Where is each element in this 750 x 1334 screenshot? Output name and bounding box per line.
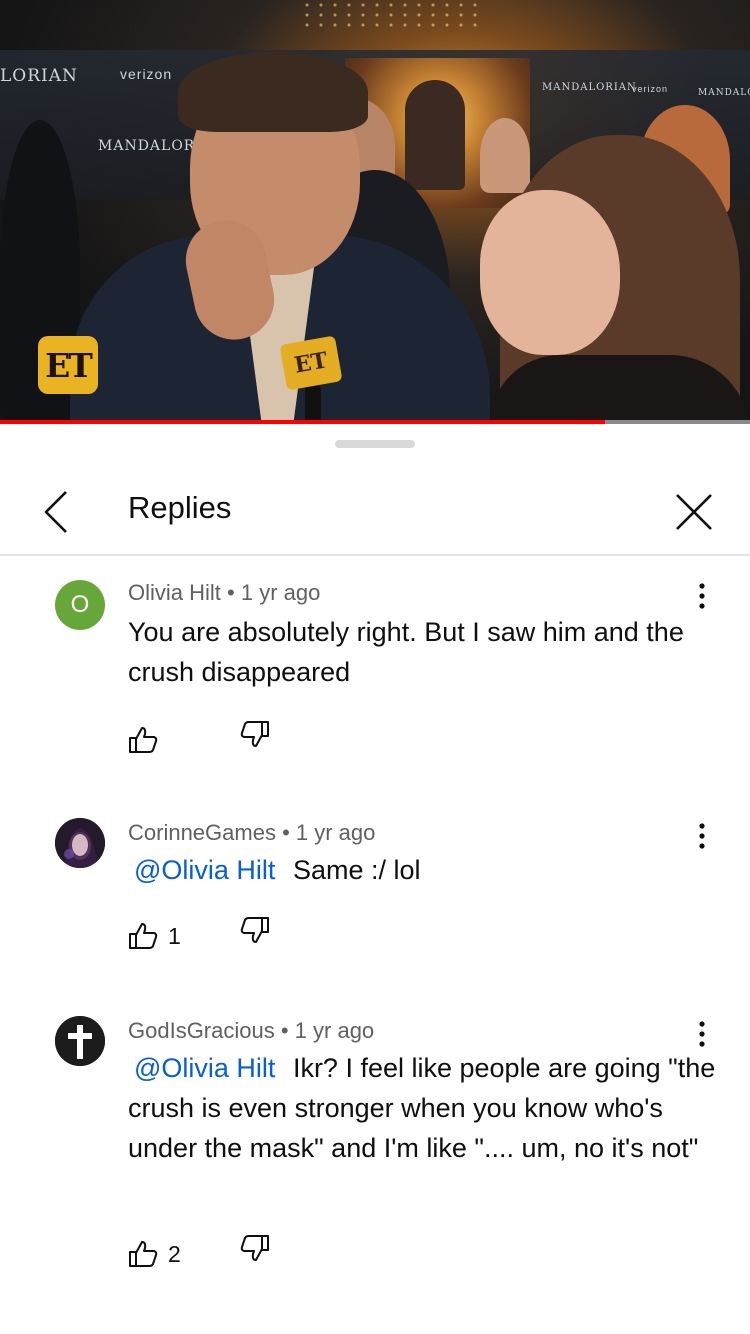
dislike-button[interactable] — [240, 916, 270, 944]
close-icon — [676, 494, 712, 530]
comment-meta: CorinneGames • 1 yr ago — [128, 820, 376, 845]
comment-time: 1 yr ago — [240, 580, 321, 605]
thumbs-up-icon — [129, 727, 158, 753]
avatar[interactable]: O — [55, 580, 105, 630]
thumbs-down-icon — [240, 917, 269, 943]
banner-text: LORIAN — [0, 66, 78, 86]
mic-flag-label: ET — [279, 335, 343, 391]
like-button[interactable]: 2 — [128, 1240, 181, 1268]
banner-text: MANDALORIAN — [698, 88, 750, 98]
comment-author[interactable]: GodIsGracious — [128, 1018, 275, 1043]
dislike-button[interactable] — [240, 720, 270, 748]
comment-text: You are absolutely right. But I saw him … — [128, 612, 718, 692]
like-count: 1 — [168, 922, 181, 949]
comment-author[interactable]: Olivia Hilt — [128, 580, 221, 605]
comment-body: Same :/ lol — [292, 855, 421, 885]
thumbs-down-icon — [240, 721, 269, 747]
more-options-button[interactable] — [686, 576, 718, 616]
interviewer — [470, 135, 750, 424]
mention-link[interactable]: @Olivia Hilt — [134, 1053, 275, 1083]
comment-meta: Olivia Hilt • 1 yr ago — [128, 580, 321, 605]
thumbs-down-icon — [240, 1235, 269, 1261]
interviewee — [70, 52, 490, 424]
close-button[interactable] — [668, 486, 720, 538]
avatar[interactable] — [55, 818, 105, 868]
banner-text: MANDALORIAN — [542, 82, 637, 93]
video-player[interactable]: LORIAN verizon MANDALORI MANDALORIAN ver… — [0, 0, 750, 424]
avatar-letter: O — [70, 591, 90, 618]
comment-body: You are absolutely right. But I saw him … — [128, 617, 684, 687]
drag-handle[interactable] — [335, 440, 415, 448]
mention-link[interactable]: @Olivia Hilt — [134, 855, 275, 885]
sheet-header: Replies — [0, 468, 750, 556]
chevron-left-icon — [44, 491, 67, 533]
replies-sheet: Replies O Olivia Hilt • 1 yr ago You are… — [0, 424, 750, 1334]
comment-actions: 2 — [128, 1234, 269, 1274]
banner-text: verizon — [632, 84, 669, 94]
thumbs-up-icon — [129, 1241, 158, 1267]
cross-icon — [55, 1016, 105, 1066]
comment-meta: GodIsGracious • 1 yr ago — [128, 1018, 375, 1043]
comment-time: 1 yr ago — [295, 820, 376, 845]
page-title: Replies — [128, 490, 232, 525]
avatar[interactable] — [55, 1016, 105, 1066]
thumbs-up-icon — [129, 923, 158, 949]
comment-text: @Olivia Hilt Same :/ lol — [128, 850, 718, 890]
comment-actions — [128, 720, 269, 760]
comment-actions: 1 — [128, 916, 269, 956]
comment-time: 1 yr ago — [294, 1018, 375, 1043]
back-button[interactable] — [30, 486, 82, 538]
like-button[interactable]: 1 — [128, 922, 181, 950]
avatar-image — [55, 818, 105, 868]
more-vert-icon — [699, 1021, 705, 1047]
et-logo: ET — [38, 336, 98, 394]
more-vert-icon — [699, 823, 705, 849]
comment-author[interactable]: CorinneGames — [128, 820, 276, 845]
ceiling-lights — [300, 0, 480, 30]
like-button[interactable] — [128, 726, 158, 754]
like-count: 2 — [168, 1240, 181, 1267]
microphone: ET — [279, 335, 347, 424]
dislike-button[interactable] — [240, 1234, 270, 1262]
more-vert-icon — [699, 583, 705, 609]
comment-text: @Olivia Hilt Ikr? I feel like people are… — [128, 1048, 718, 1168]
